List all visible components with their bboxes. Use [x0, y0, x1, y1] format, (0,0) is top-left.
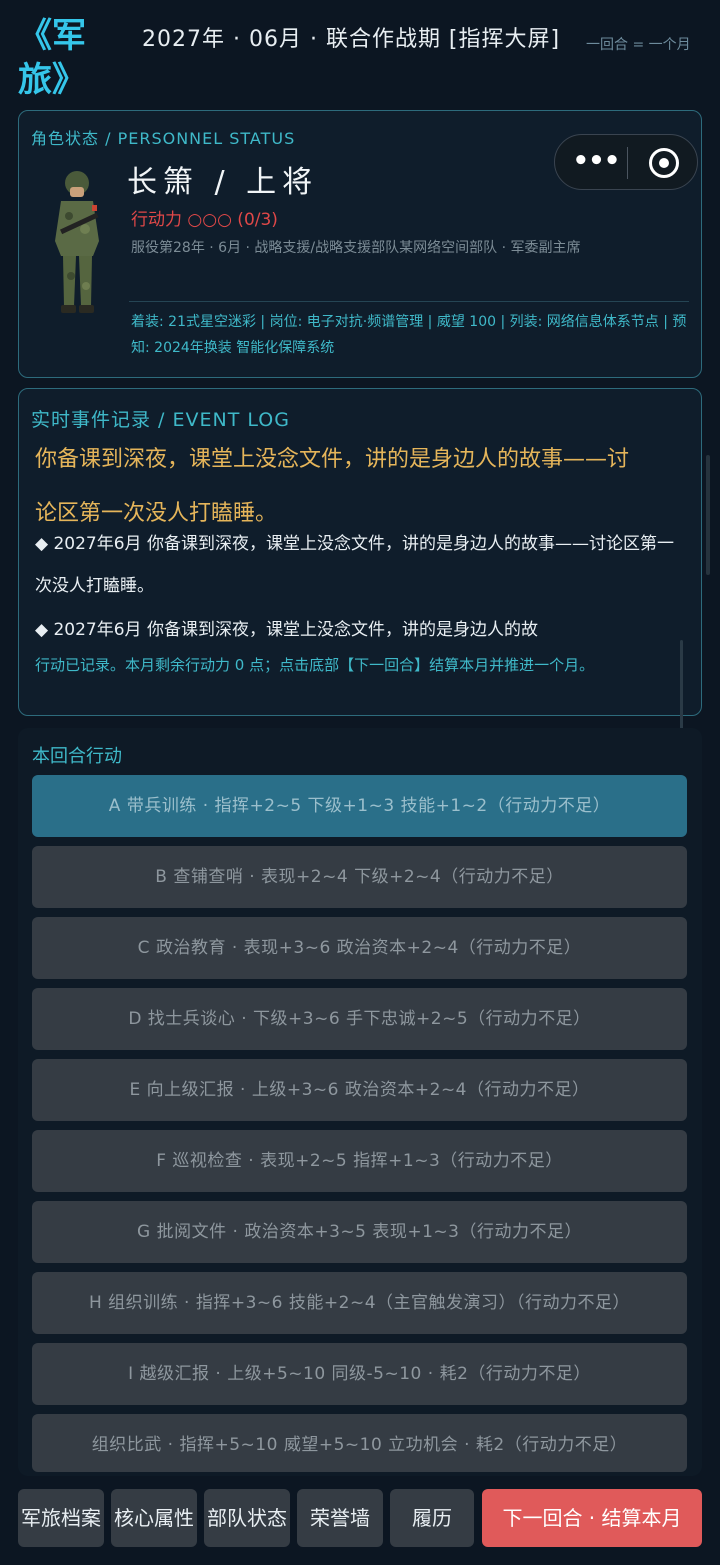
action-h-button[interactable]: H 组织训练 · 指挥+3~6 技能+2~4（主官触发演习）（行动力不足） — [32, 1272, 687, 1334]
event-entry: ◆ 2027年6月 你备课到深夜，课堂上没念文件，讲的是身边人的故事——讨论区第… — [35, 534, 674, 596]
miniprogram-capsule: ••• — [554, 134, 698, 190]
action-b-button[interactable]: B 查铺查哨 · 表现+2~4 下级+2~4（行动力不足） — [32, 846, 687, 908]
character-name: 长箫 / 上将 — [127, 165, 319, 200]
app-header: 《军旅》 2027年 · 06月 · 联合作战期 [指挥大屏] 一回合 = 一个… — [0, 0, 720, 100]
action-c-button[interactable]: C 政治教育 · 表现+3~6 政治资本+2~4（行动力不足） — [32, 917, 687, 979]
service-info: 服役第28年 · 6月 · 战略支援/战略支援部队某网络空间部队 · 军委副主席 — [131, 240, 581, 256]
event-note: 行动已记录。本月剩余行动力 0 点；点击底部【下一回合】结算本月并推进一个月。 — [35, 656, 595, 674]
action-j-button[interactable]: 组织比武 · 指挥+5~10 威望+5~10 立功机会 · 耗2（行动力不足） — [32, 1414, 687, 1472]
event-log-panel: 实时事件记录 / EVENT LOG 你备课到深夜，课堂上没念文件，讲的是身边人… — [18, 388, 702, 716]
more-icon[interactable]: ••• — [573, 148, 620, 177]
app-logo: 《军旅》 — [18, 16, 86, 100]
action-i-button[interactable]: I 越级汇报 · 上级+5~10 同级-5~10 · 耗2（行动力不足） — [32, 1343, 687, 1405]
round-note: 一回合 = 一个月 — [586, 37, 691, 53]
event-log-title: 实时事件记录 / EVENT LOG — [31, 409, 290, 431]
action-g-button[interactable]: G 批阅文件 · 政治资本+3~5 表现+1~3（行动力不足） — [32, 1201, 687, 1263]
capsule-divider — [627, 147, 628, 179]
close-target-icon[interactable] — [649, 148, 679, 178]
nav-honor-button[interactable]: 荣誉墙 — [297, 1489, 383, 1547]
action-f-button[interactable]: F 巡视检查 · 表现+2~5 指挥+1~3（行动力不足） — [32, 1130, 687, 1192]
soldier-avatar — [43, 161, 113, 321]
action-d-button[interactable]: D 找士兵谈心 · 下级+3~6 手下忠诚+2~5（行动力不足） — [32, 988, 687, 1050]
action-points: 行动力 ○○○ (0/3) — [131, 210, 278, 230]
equipment-info: 着装: 21式星空迷彩 | 岗位: 电子对抗·频谱管理 | 威望 100 | 列… — [131, 314, 687, 356]
action-a-button[interactable]: A 带兵训练 · 指挥+2~5 下级+1~3 技能+1~2（行动力不足） — [32, 775, 687, 837]
event-entry: ◆ 2027年6月 你备课到深夜，课堂上没念文件，讲的是身边人的故 — [35, 620, 538, 640]
action-e-button[interactable]: E 向上级汇报 · 上级+3~6 政治资本+2~4（行动力不足） — [32, 1059, 687, 1121]
page-scrollbar[interactable] — [706, 455, 710, 575]
nav-resume-button[interactable]: 履历 — [390, 1489, 474, 1547]
date-banner: 2027年 · 06月 · 联合作战期 [指挥大屏] — [142, 27, 561, 52]
actions-title: 本回合行动 — [32, 746, 122, 767]
nav-archive-button[interactable]: 军旅档案 — [18, 1489, 104, 1547]
nav-unit-button[interactable]: 部队状态 — [204, 1489, 290, 1547]
status-title: 角色状态 / PERSONNEL STATUS — [31, 129, 296, 148]
nav-attributes-button[interactable]: 核心属性 — [111, 1489, 197, 1547]
next-round-button[interactable]: 下一回合 · 结算本月 — [482, 1489, 702, 1547]
divider — [129, 301, 689, 302]
